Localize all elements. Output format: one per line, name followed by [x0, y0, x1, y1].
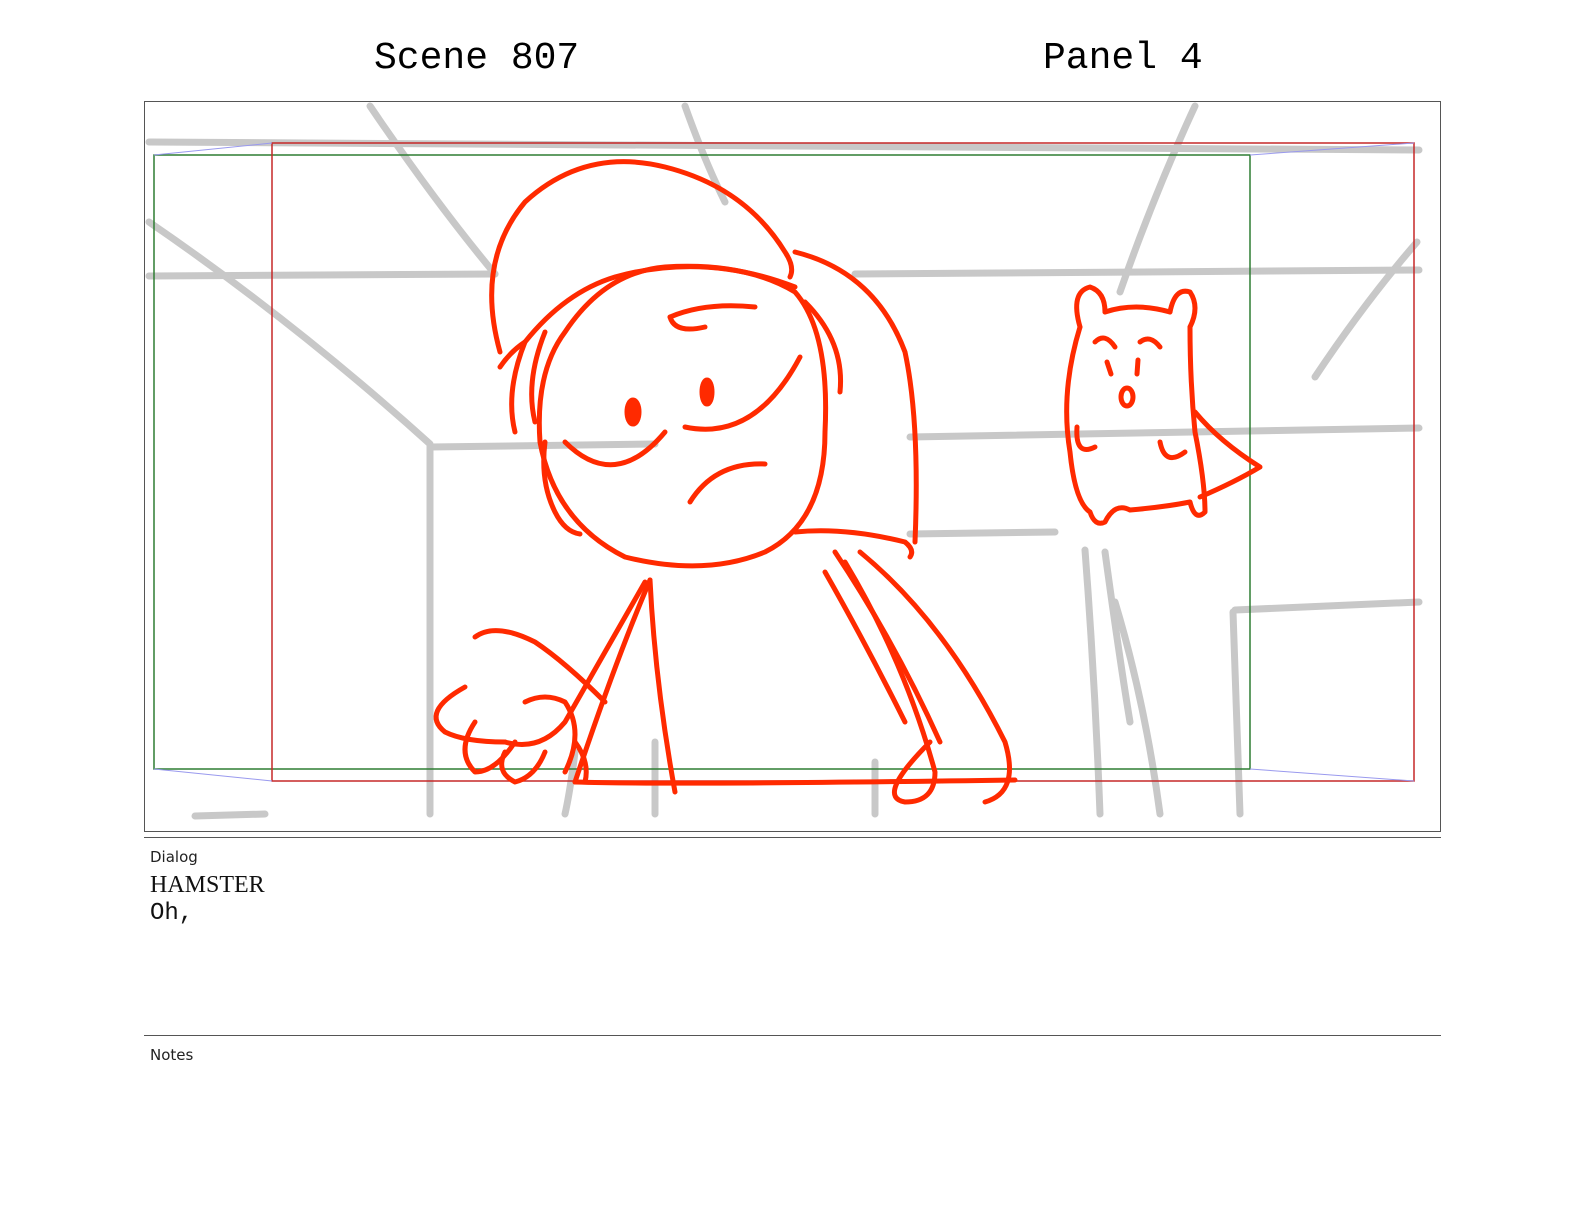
safe-frame	[153, 154, 1251, 770]
dialog-divider	[144, 837, 1441, 838]
dialog-section-label: Dialog	[150, 848, 198, 866]
dialog-line-text: Oh,	[150, 900, 194, 927]
notes-section-label: Notes	[150, 1046, 194, 1064]
hamster-character-sketch	[1064, 284, 1263, 526]
girl-character-sketch	[433, 159, 1018, 805]
dialog-character-name: HAMSTER	[150, 872, 265, 898]
scene-number: Scene 807	[374, 37, 580, 80]
storyboard-panel	[144, 101, 1441, 832]
camera-frame	[153, 142, 1415, 782]
background-sketch	[145, 102, 1423, 820]
panel-number: Panel 4	[1043, 37, 1203, 80]
panel-drawing	[145, 102, 1423, 820]
notes-divider	[144, 1035, 1441, 1036]
